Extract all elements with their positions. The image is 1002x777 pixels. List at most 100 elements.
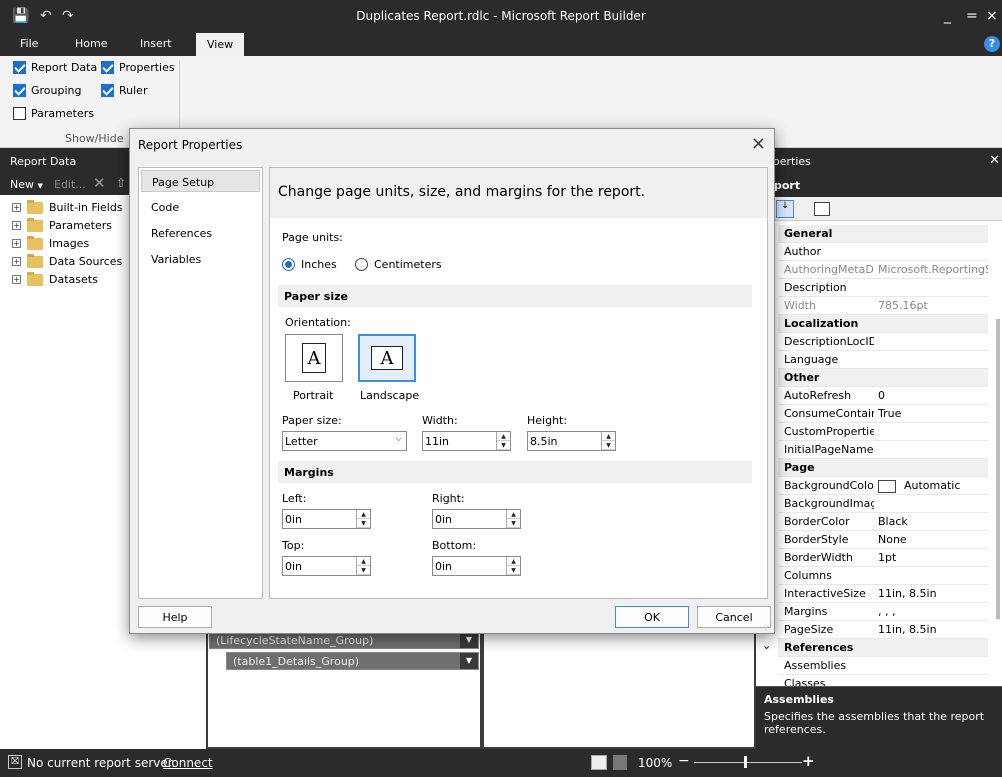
sort-alphabetical-icon[interactable]: ↓ <box>776 200 794 218</box>
minimize-button[interactable]: _ <box>944 8 951 24</box>
property-value[interactable]: 11in, 8.5in <box>878 587 988 600</box>
chevron-down-icon[interactable]: ▼ <box>460 653 478 669</box>
property-row[interactable]: BorderWidth 1pt <box>778 549 988 567</box>
nav-page-setup[interactable]: Page Setup <box>141 170 260 192</box>
property-value[interactable]: , , , <box>878 605 988 618</box>
property-value[interactable]: 1pt <box>878 551 988 564</box>
tab-file[interactable]: File <box>20 37 38 50</box>
right-margin-spinner[interactable]: ▲ ▼ <box>506 510 520 528</box>
property-category[interactable]: References ⌄ <box>762 639 988 657</box>
property-category[interactable]: Localization <box>778 315 988 333</box>
top-margin-spinner[interactable]: ▲ ▼ <box>356 557 370 575</box>
tab-insert[interactable]: Insert <box>140 37 172 50</box>
centimeters-radio[interactable]: Centimeters <box>355 258 442 271</box>
grouping-checkbox[interactable]: Grouping <box>13 84 82 97</box>
property-value[interactable]: 785.16pt <box>878 299 988 312</box>
collapse-icon[interactable]: ⌄ <box>762 639 771 652</box>
property-row[interactable]: DescriptionLocID <box>778 333 988 351</box>
property-value[interactable]: Microsoft.ReportingSe <box>878 263 988 276</box>
expand-icon[interactable]: + <box>12 275 21 284</box>
spin-down-icon[interactable]: ▼ <box>357 519 370 528</box>
spin-up-icon[interactable]: ▲ <box>357 557 370 566</box>
delete-icon[interactable]: ✕ <box>93 174 106 192</box>
ruler-checkbox[interactable]: Ruler <box>101 84 147 97</box>
zoom-slider[interactable] <box>694 762 802 763</box>
property-value[interactable]: Automatic <box>878 479 988 493</box>
spin-down-icon[interactable]: ▼ <box>507 566 520 575</box>
parameters-checkbox[interactable]: Parameters <box>13 107 94 120</box>
cancel-button[interactable]: Cancel <box>697 606 771 628</box>
spin-up-icon[interactable]: ▲ <box>357 510 370 519</box>
property-value[interactable]: 0 <box>878 389 988 402</box>
tree-item-built-in-fields[interactable]: + Built-in Fields <box>12 199 123 214</box>
new-button[interactable]: New ▼ <box>10 178 43 191</box>
close-button[interactable]: × <box>986 8 998 24</box>
property-row[interactable]: ConsumeContain True <box>778 405 988 423</box>
height-input[interactable]: 8.5in ▲ ▼ <box>527 431 616 451</box>
spin-up-icon[interactable]: ▲ <box>497 432 510 441</box>
expand-icon[interactable]: + <box>12 203 21 212</box>
nav-variables[interactable]: Variables <box>141 248 260 270</box>
property-value[interactable]: Black <box>878 515 988 528</box>
expand-icon[interactable]: + <box>12 257 21 266</box>
landscape-option[interactable]: A <box>358 334 416 382</box>
spin-up-icon[interactable]: ▲ <box>507 557 520 566</box>
property-category[interactable]: Page <box>778 459 988 477</box>
zoom-slider-handle[interactable] <box>744 756 747 768</box>
inches-radio[interactable]: Inches <box>282 258 337 271</box>
left-margin-input[interactable]: 0in ▲ ▼ <box>282 509 371 529</box>
property-row[interactable]: Width 785.16pt <box>778 297 988 315</box>
scrollbar[interactable] <box>996 319 1000 619</box>
help-icon[interactable]: ? <box>984 36 1000 52</box>
left-margin-spinner[interactable]: ▲ ▼ <box>356 510 370 528</box>
preview-view-icon[interactable] <box>613 755 627 770</box>
portrait-option[interactable]: A <box>285 334 343 382</box>
spin-up-icon[interactable]: ▲ <box>602 432 615 441</box>
nav-code[interactable]: Code <box>141 196 260 218</box>
tab-home[interactable]: Home <box>75 37 107 50</box>
property-row[interactable]: Description <box>778 279 988 297</box>
tree-item-datasets[interactable]: + Datasets <box>12 271 98 286</box>
zoom-out-icon[interactable]: − <box>678 753 690 769</box>
width-spinner[interactable]: ▲ ▼ <box>496 432 510 450</box>
design-view-icon[interactable] <box>591 755 607 770</box>
property-pages-icon[interactable] <box>814 202 830 216</box>
property-row[interactable]: BackgroundImag <box>778 495 988 513</box>
help-button[interactable]: Help <box>138 606 212 628</box>
connect-link[interactable]: Connect <box>163 756 213 770</box>
ok-button[interactable]: OK <box>615 606 689 628</box>
right-margin-input[interactable]: 0in ▲ ▼ <box>432 509 521 529</box>
spin-down-icon[interactable]: ▼ <box>357 566 370 575</box>
tab-view[interactable]: View <box>196 33 245 56</box>
property-row[interactable]: InteractiveSize 11in, 8.5in <box>778 585 988 603</box>
spin-down-icon[interactable]: ▼ <box>497 441 510 450</box>
close-icon[interactable]: ✕ <box>989 153 1000 168</box>
property-category[interactable]: Other <box>778 369 988 387</box>
properties-checkbox[interactable]: Properties <box>101 61 175 74</box>
property-row[interactable]: Columns <box>778 567 988 585</box>
property-value[interactable]: 11in, 8.5in <box>878 623 988 636</box>
property-row[interactable]: PageSize 11in, 8.5in <box>778 621 988 639</box>
property-row[interactable]: BorderStyle None <box>778 531 988 549</box>
bottom-margin-spinner[interactable]: ▲ ▼ <box>506 557 520 575</box>
property-row[interactable]: InitialPageName <box>778 441 988 459</box>
expand-icon[interactable]: + <box>12 221 21 230</box>
tree-item-images[interactable]: + Images <box>12 235 89 250</box>
chevron-down-icon[interactable]: ▼ <box>460 632 478 648</box>
tree-item-data-sources[interactable]: + Data Sources <box>12 253 122 268</box>
paper-size-select[interactable]: Letter ⌵ <box>282 431 407 451</box>
spin-down-icon[interactable]: ▼ <box>602 441 615 450</box>
height-spinner[interactable]: ▲ ▼ <box>601 432 615 450</box>
property-value[interactable]: True <box>878 407 988 420</box>
property-row[interactable]: AuthoringMetaDa Microsoft.ReportingSe <box>778 261 988 279</box>
row-group-details[interactable]: (table1_Details_Group) ▼ <box>226 652 479 670</box>
expand-icon[interactable]: + <box>12 239 21 248</box>
tree-item-parameters[interactable]: + Parameters <box>12 217 112 232</box>
zoom-in-icon[interactable]: + <box>802 752 815 770</box>
spin-up-icon[interactable]: ▲ <box>507 510 520 519</box>
property-row[interactable]: CustomProperties <box>778 423 988 441</box>
restore-button[interactable]: = <box>966 8 978 24</box>
property-value[interactable]: None <box>878 533 988 546</box>
nav-references[interactable]: References <box>141 222 260 244</box>
edit-button[interactable]: Edit... <box>54 178 86 191</box>
